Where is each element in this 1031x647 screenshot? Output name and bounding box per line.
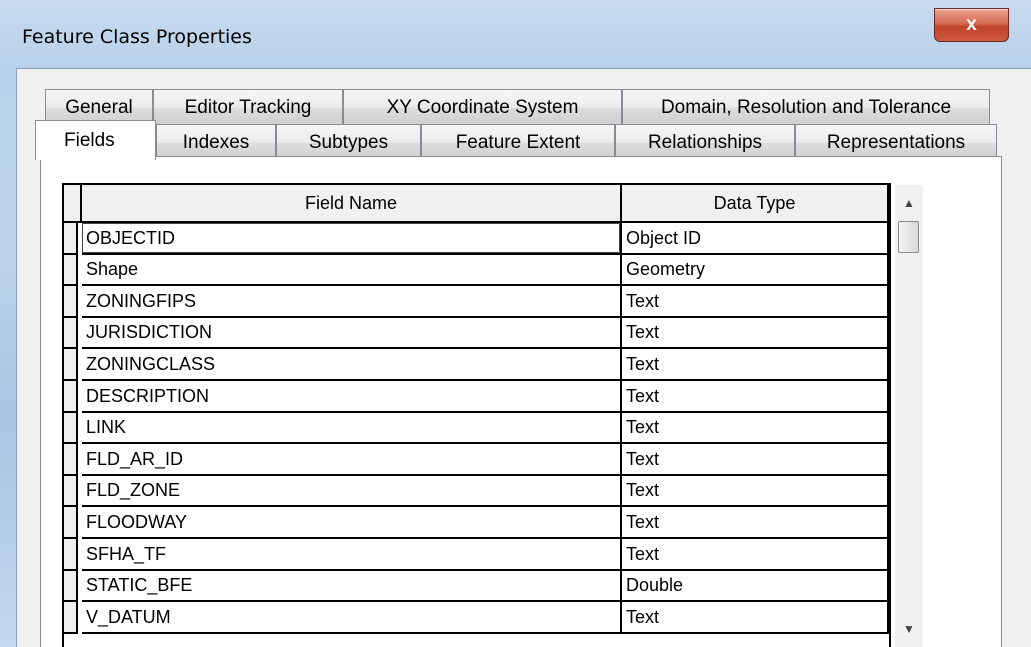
field-name-cell[interactable]: OBJECTID xyxy=(82,223,622,255)
data-type-cell[interactable]: Text xyxy=(622,349,889,381)
column-header-field-name[interactable]: Field Name xyxy=(82,185,622,223)
tab-xy-coordinate-system[interactable]: XY Coordinate System xyxy=(343,89,622,125)
row-selector[interactable] xyxy=(64,381,78,413)
data-type-cell[interactable]: Object ID xyxy=(622,223,889,255)
row-selector[interactable] xyxy=(64,286,78,318)
data-type-cell[interactable]: Text xyxy=(622,286,889,318)
field-name-cell[interactable]: DESCRIPTION xyxy=(82,381,622,413)
data-type-cell[interactable]: Text xyxy=(622,381,889,413)
row-selector[interactable] xyxy=(64,571,78,602)
column-header-data-type[interactable]: Data Type xyxy=(622,185,889,223)
field-name-cell[interactable]: FLD_ZONE xyxy=(82,476,622,507)
tab-subtypes[interactable]: Subtypes xyxy=(276,124,421,160)
row-selector[interactable] xyxy=(64,476,78,507)
tab-representations[interactable]: Representations xyxy=(795,124,997,160)
row-selector[interactable] xyxy=(64,318,78,349)
tab-domain-resolution-tolerance[interactable]: Domain, Resolution and Tolerance xyxy=(622,89,990,125)
tab-editor-tracking[interactable]: Editor Tracking xyxy=(153,89,343,125)
scroll-down-icon[interactable]: ▼ xyxy=(895,613,923,645)
close-button[interactable]: x xyxy=(934,8,1009,42)
field-name-cell[interactable]: ZONINGCLASS xyxy=(82,349,622,381)
field-name-cell[interactable]: FLOODWAY xyxy=(82,507,622,539)
field-name-cell[interactable]: JURISDICTION xyxy=(82,318,622,349)
row-selector[interactable] xyxy=(64,255,78,286)
field-name-cell[interactable]: SFHA_TF xyxy=(82,539,622,571)
tab-fields[interactable]: Fields xyxy=(35,120,156,160)
field-name-cell[interactable]: ZONINGFIPS xyxy=(82,286,622,318)
field-name-cell[interactable]: FLD_AR_ID xyxy=(82,444,622,476)
scroll-thumb[interactable] xyxy=(898,221,919,253)
row-selector[interactable] xyxy=(64,539,78,571)
data-type-cell[interactable]: Double xyxy=(622,571,889,602)
tab-feature-extent[interactable]: Feature Extent xyxy=(421,124,615,160)
feature-class-properties-dialog: Feature Class Properties x General Edito… xyxy=(0,0,1031,647)
tab-indexes[interactable]: Indexes xyxy=(156,124,276,160)
field-name-cell[interactable]: Shape xyxy=(82,255,622,286)
data-type-cell[interactable]: Text xyxy=(622,539,889,571)
data-type-cell[interactable]: Text xyxy=(622,318,889,349)
data-type-cell[interactable]: Geometry xyxy=(622,255,889,286)
close-icon: x xyxy=(966,14,977,35)
field-name-cell[interactable]: STATIC_BFE xyxy=(82,571,622,602)
window-title: Feature Class Properties xyxy=(22,26,252,48)
row-selector[interactable] xyxy=(64,413,78,444)
row-selector[interactable] xyxy=(64,349,78,381)
tab-relationships[interactable]: Relationships xyxy=(615,124,795,160)
fields-grid: Field Name Data Type OBJECTID Object ID Sh… xyxy=(62,183,891,647)
row-selector[interactable] xyxy=(64,602,78,634)
data-type-cell[interactable]: Text xyxy=(622,413,889,444)
data-type-cell[interactable]: Text xyxy=(622,507,889,539)
data-type-cell[interactable]: Text xyxy=(622,602,889,634)
row-selector[interactable] xyxy=(64,507,78,539)
field-name-cell[interactable]: V_DATUM xyxy=(82,602,622,634)
row-selector[interactable] xyxy=(64,223,78,255)
scroll-up-icon[interactable]: ▲ xyxy=(895,187,923,219)
field-name-cell[interactable]: LINK xyxy=(82,413,622,444)
grid-vertical-scrollbar[interactable]: ▲ ▼ xyxy=(895,185,923,647)
data-type-cell[interactable]: Text xyxy=(622,476,889,507)
data-type-cell[interactable]: Text xyxy=(622,444,889,476)
row-selector[interactable] xyxy=(64,444,78,476)
grid-corner-header xyxy=(64,185,82,223)
